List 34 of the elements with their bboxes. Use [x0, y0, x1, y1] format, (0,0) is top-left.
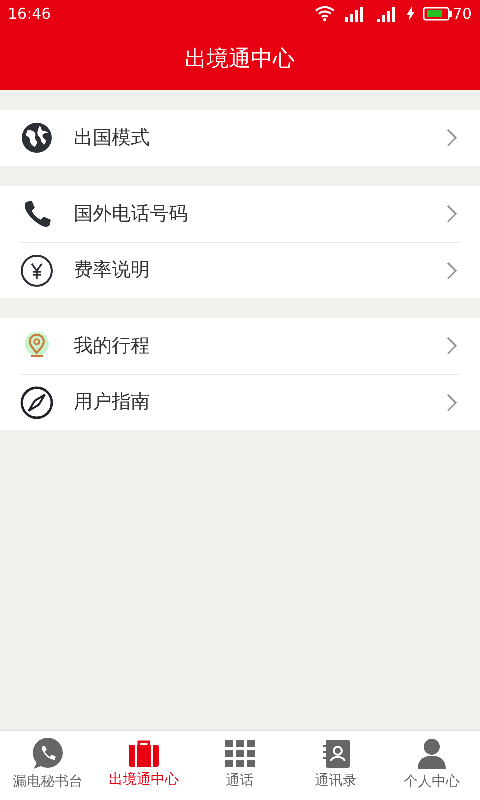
charging-icon	[406, 7, 415, 21]
tab-bar-item[interactable]: 通讯录	[288, 731, 384, 800]
yen-icon	[20, 254, 54, 288]
contact-book-icon	[320, 739, 352, 769]
chevron-icon	[446, 392, 458, 412]
menu-label: 用户指南	[74, 390, 150, 416]
menu-item[interactable]: 费率说明	[0, 242, 480, 298]
wifi-icon	[314, 6, 335, 22]
chat-phone-icon	[31, 738, 65, 770]
battery-level: 70	[452, 4, 472, 25]
menu-item[interactable]: 国外电话号码	[0, 186, 480, 242]
chevron-icon	[446, 260, 458, 280]
suitcase-icon	[127, 740, 161, 768]
tab-bar-item[interactable]: 个人中心	[384, 731, 480, 800]
compass-icon	[20, 386, 54, 420]
person-icon	[417, 738, 447, 770]
menu-label: 国外电话号码	[74, 202, 188, 227]
globe-icon	[20, 121, 54, 155]
status-time: 16:46	[8, 4, 52, 25]
tab-bar-item[interactable]: 出境通中心	[96, 731, 192, 800]
chevron-icon	[446, 336, 458, 356]
tab-bar-item[interactable]: 漏电秘书台	[0, 731, 96, 800]
menu-item[interactable]: 我的行程	[0, 318, 480, 374]
menu-label: 我的行程	[74, 334, 150, 359]
chevron-icon	[446, 128, 458, 148]
menu-item[interactable]: 用户指南	[0, 374, 480, 430]
tab-bar-item[interactable]: 通话	[192, 731, 288, 800]
chevron-icon	[446, 204, 458, 224]
menu-label: 出国模式	[74, 126, 150, 151]
dialpad-icon	[224, 739, 256, 769]
menu-label: 费率说明	[74, 258, 150, 284]
battery-icon	[422, 6, 453, 22]
menu-item[interactable]: 出国模式	[0, 110, 480, 166]
page-title: 出境通中心	[185, 46, 295, 74]
